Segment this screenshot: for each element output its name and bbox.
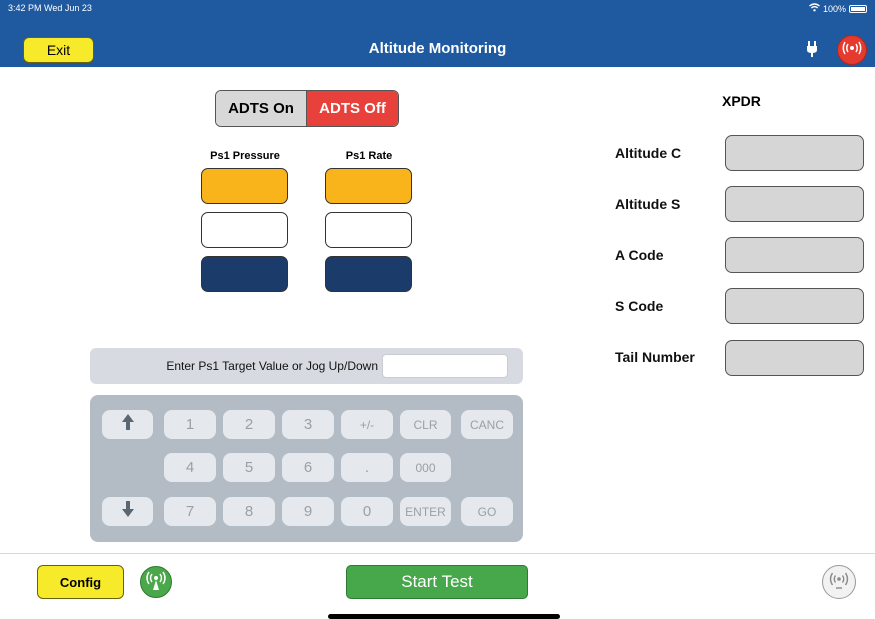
keypad: 1 2 3 +/- CLR CANC 4 5 6 . 000 7 8 9 0 E… bbox=[90, 395, 523, 542]
adts-on-button[interactable]: ADTS On bbox=[216, 91, 307, 126]
start-test-button[interactable]: Start Test bbox=[346, 565, 528, 599]
antenna-signal-icon bbox=[145, 569, 167, 596]
plug-icon bbox=[804, 40, 820, 58]
tail-number-label: Tail Number bbox=[615, 349, 695, 365]
key-enter[interactable]: ENTER bbox=[400, 497, 451, 526]
wireless-button[interactable] bbox=[822, 565, 856, 599]
target-entry-bar: Enter Ps1 Target Value or Jog Up/Down bbox=[90, 348, 523, 384]
key-6[interactable]: 6 bbox=[282, 453, 334, 482]
app-root: 3:42 PM Wed Jun 23 100% Exit Altitude Mo… bbox=[0, 0, 875, 619]
altitude-c-field bbox=[725, 135, 864, 171]
battery-percent: 100% bbox=[822, 3, 846, 14]
key-1[interactable]: 1 bbox=[164, 410, 216, 439]
status-indicators: 100% bbox=[809, 3, 867, 14]
ps1-rate-actual bbox=[325, 168, 412, 204]
adts-off-button[interactable]: ADTS Off bbox=[307, 91, 398, 126]
arrow-up-icon bbox=[121, 414, 134, 435]
jog-up-button[interactable] bbox=[102, 410, 153, 439]
target-value-input[interactable] bbox=[382, 354, 508, 378]
alarm-broadcast-icon bbox=[841, 41, 863, 60]
key-cancel[interactable]: CANC bbox=[461, 410, 513, 439]
arrow-down-icon bbox=[121, 501, 134, 522]
adts-toggle: ADTS On ADTS Off bbox=[215, 90, 399, 127]
xpdr-title: XPDR bbox=[722, 93, 761, 109]
config-button[interactable]: Config bbox=[37, 565, 124, 599]
ps1-rate-target[interactable] bbox=[325, 212, 412, 248]
ps1-pressure-control[interactable] bbox=[201, 256, 288, 292]
a-code-field bbox=[725, 237, 864, 273]
ps1-pressure-actual bbox=[201, 168, 288, 204]
target-entry-label: Enter Ps1 Target Value or Jog Up/Down bbox=[166, 359, 378, 373]
key-2[interactable]: 2 bbox=[223, 410, 275, 439]
page-title: Altitude Monitoring bbox=[368, 40, 507, 57]
signal-button[interactable] bbox=[140, 566, 172, 598]
alarm-button[interactable] bbox=[837, 35, 867, 65]
key-0[interactable]: 0 bbox=[341, 497, 393, 526]
key-7[interactable]: 7 bbox=[164, 497, 216, 526]
key-go[interactable]: GO bbox=[461, 497, 513, 526]
key-4[interactable]: 4 bbox=[164, 453, 216, 482]
ps1-rate-header: Ps1 Rate bbox=[345, 150, 393, 162]
ps1-pressure-target[interactable] bbox=[201, 212, 288, 248]
key-clear[interactable]: CLR bbox=[400, 410, 451, 439]
key-decimal[interactable]: . bbox=[341, 453, 393, 482]
battery-icon bbox=[849, 4, 867, 13]
altitude-s-label: Altitude S bbox=[615, 196, 681, 212]
s-code-label: S Code bbox=[615, 298, 664, 314]
bottom-divider bbox=[0, 553, 875, 554]
key-plus-minus[interactable]: +/- bbox=[341, 410, 393, 439]
home-indicator bbox=[328, 614, 560, 619]
nav-bar: 3:42 PM Wed Jun 23 100% Exit Altitude Mo… bbox=[0, 0, 875, 67]
tail-number-field bbox=[725, 340, 864, 376]
key-8[interactable]: 8 bbox=[223, 497, 275, 526]
s-code-field bbox=[725, 288, 864, 324]
status-time: 3:42 PM Wed Jun 23 bbox=[8, 3, 92, 13]
ps1-rate-control[interactable] bbox=[325, 256, 412, 292]
a-code-label: A Code bbox=[615, 247, 664, 263]
key-3[interactable]: 3 bbox=[282, 410, 334, 439]
key-triple-zero[interactable]: 000 bbox=[400, 453, 451, 482]
wifi-icon bbox=[809, 3, 820, 14]
key-9[interactable]: 9 bbox=[282, 497, 334, 526]
jog-down-button[interactable] bbox=[102, 497, 153, 526]
ps1-pressure-header: Ps1 Pressure bbox=[210, 150, 280, 162]
key-5[interactable]: 5 bbox=[223, 453, 275, 482]
altitude-c-label: Altitude C bbox=[615, 145, 682, 161]
altitude-s-field bbox=[725, 186, 864, 222]
wireless-icon bbox=[827, 568, 851, 597]
